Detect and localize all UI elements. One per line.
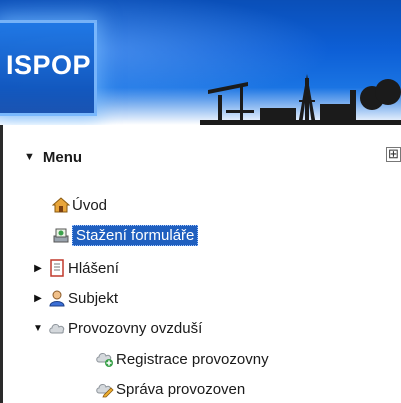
tree-item-label: Stažení formuláře — [72, 224, 199, 246]
expand-all-button[interactable]: ⊞ — [386, 147, 401, 162]
tree-item-label: Provozovny ovzduší — [68, 319, 203, 337]
user-icon — [49, 290, 65, 307]
cloud-icon — [49, 324, 65, 334]
home-icon — [52, 197, 70, 213]
tree-item-uvod[interactable]: Úvod — [52, 194, 107, 216]
download-form-icon — [53, 228, 69, 243]
tree-item-provozovny-ovzdusi[interactable]: ▼ Provozovny ovzduší — [32, 317, 202, 339]
industrial-skyline-graphic — [200, 74, 401, 125]
collapse-arrow-icon[interactable]: ▼ — [32, 323, 44, 334]
cloud-edit-icon — [96, 384, 114, 398]
tree-item-registrace-provozovny[interactable]: Registrace provozovny — [96, 348, 269, 370]
tree-item-label: Správa provozoven — [116, 380, 246, 398]
expand-arrow-icon[interactable]: ▶ — [32, 293, 44, 304]
app-logo: ISPOP — [6, 50, 92, 80]
tree-item-sprava-provozoven[interactable]: Správa provozoven — [96, 378, 245, 400]
header-banner: ISPOP — [0, 0, 401, 125]
menu-header[interactable]: ▼ Menu — [24, 147, 82, 167]
tree-item-label: Registrace provozovny — [116, 350, 269, 368]
tree-item-stazeni-formulare[interactable]: Stažení formuláře — [52, 224, 199, 246]
tree-item-subjekt[interactable]: ▶ Subjekt — [32, 287, 118, 309]
tree-item-label: Úvod — [72, 196, 108, 214]
collapse-arrow-icon[interactable]: ▼ — [24, 151, 35, 163]
tree-item-hlaseni[interactable]: ▶ Hlášení — [32, 257, 119, 279]
expand-arrow-icon[interactable]: ▶ — [32, 263, 44, 274]
menu-title: Menu — [42, 148, 83, 166]
cloud-add-icon — [96, 353, 113, 367]
tree-item-label: Hlášení — [68, 259, 119, 277]
tree-item-label: Subjekt — [68, 289, 119, 307]
report-icon — [50, 259, 64, 277]
